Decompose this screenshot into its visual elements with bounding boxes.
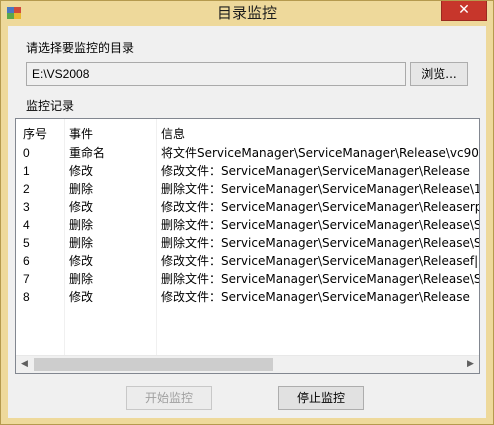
row-event: 修改 bbox=[69, 164, 94, 178]
row-id: 6 bbox=[23, 254, 30, 268]
client-area: 请选择要监控的目录 E:\VS2008 浏览... 监控记录 序号 事件 信息 … bbox=[8, 26, 486, 418]
scrollbar-thumb[interactable] bbox=[34, 358, 273, 371]
table-row[interactable]: 6 修改 修改文件：ServiceManager\ServiceManager\… bbox=[16, 252, 479, 270]
row-id: 8 bbox=[23, 290, 30, 304]
table-row[interactable]: 2 删除 删除文件：ServiceManager\ServiceManager\… bbox=[16, 180, 479, 198]
row-id: 5 bbox=[23, 236, 30, 250]
browse-button[interactable]: 浏览... bbox=[410, 62, 468, 86]
window-title: 目录监控 bbox=[216, 4, 277, 22]
row-event: 删除 bbox=[69, 218, 94, 232]
column-header-id[interactable]: 序号 bbox=[23, 125, 47, 142]
row-event: 修改 bbox=[69, 200, 94, 214]
log-group-label: 监控记录 bbox=[26, 99, 75, 113]
row-id: 7 bbox=[23, 272, 30, 286]
app-window: 目录监控 ✕ 请选择要监控的目录 E:\VS2008 浏览... 监控记录 序号… bbox=[0, 0, 494, 425]
table-row[interactable]: 4 删除 删除文件：ServiceManager\ServiceManager\… bbox=[16, 216, 479, 234]
table-row[interactable]: 0 重命名 将文件ServiceManager\ServiceManager\R… bbox=[16, 144, 479, 162]
row-id: 1 bbox=[23, 164, 30, 178]
column-header-event[interactable]: 事件 bbox=[69, 125, 93, 142]
table-row[interactable]: 7 删除 删除文件：ServiceManager\ServiceManager\… bbox=[16, 270, 479, 288]
table-row[interactable]: 1 修改 修改文件：ServiceManager\ServiceManager\… bbox=[16, 162, 479, 180]
row-id: 3 bbox=[23, 200, 30, 214]
table-row[interactable]: 5 删除 删除文件：ServiceManager\ServiceManager\… bbox=[16, 234, 479, 252]
row-info: 删除文件：ServiceManager\ServiceManager\Relea… bbox=[161, 272, 479, 286]
row-info: 删除文件：ServiceManager\ServiceManager\Relea… bbox=[161, 182, 479, 196]
row-id: 4 bbox=[23, 218, 30, 232]
row-event: 删除 bbox=[69, 236, 94, 250]
scroll-left-icon[interactable]: ◀ bbox=[16, 356, 33, 373]
row-event: 修改 bbox=[69, 254, 94, 268]
row-event: 重命名 bbox=[69, 146, 106, 160]
start-monitor-button[interactable]: 开始监控 bbox=[126, 386, 212, 410]
horizontal-scrollbar[interactable]: ◀ ▶ bbox=[16, 355, 479, 373]
row-info: 修改文件：ServiceManager\ServiceManager\Relea… bbox=[161, 164, 470, 178]
row-event: 删除 bbox=[69, 272, 94, 286]
row-info: 修改文件：ServiceManager\ServiceManager\Relea… bbox=[161, 290, 470, 304]
column-header-info[interactable]: 信息 bbox=[161, 125, 185, 142]
row-info: 删除文件：ServiceManager\ServiceManager\Relea… bbox=[161, 218, 479, 232]
log-list[interactable]: 序号 事件 信息 0 重命名 将文件ServiceManager\Service… bbox=[15, 118, 480, 374]
row-event: 修改 bbox=[69, 290, 94, 304]
row-id: 0 bbox=[23, 146, 30, 160]
title-bar[interactable]: 目录监控 ✕ bbox=[1, 1, 493, 25]
row-info: 修改文件：ServiceManager\ServiceManager\Relea… bbox=[161, 254, 479, 268]
close-icon: ✕ bbox=[458, 2, 470, 18]
row-id: 2 bbox=[23, 182, 30, 196]
scroll-right-icon[interactable]: ▶ bbox=[462, 356, 479, 373]
row-event: 删除 bbox=[69, 182, 94, 196]
table-row[interactable]: 8 修改 修改文件：ServiceManager\ServiceManager\… bbox=[16, 288, 479, 306]
close-button[interactable]: ✕ bbox=[441, 1, 487, 21]
row-info: 将文件ServiceManager\ServiceManager\Release… bbox=[161, 146, 479, 160]
stop-monitor-button[interactable]: 停止监控 bbox=[278, 386, 364, 410]
row-info: 删除文件：ServiceManager\ServiceManager\Relea… bbox=[161, 236, 479, 250]
directory-group-label: 请选择要监控的目录 bbox=[26, 41, 135, 55]
directory-path-field[interactable]: E:\VS2008 bbox=[26, 62, 406, 86]
row-info: 修改文件：ServiceManager\ServiceManager\Relea… bbox=[161, 200, 479, 214]
table-row[interactable]: 3 修改 修改文件：ServiceManager\ServiceManager\… bbox=[16, 198, 479, 216]
